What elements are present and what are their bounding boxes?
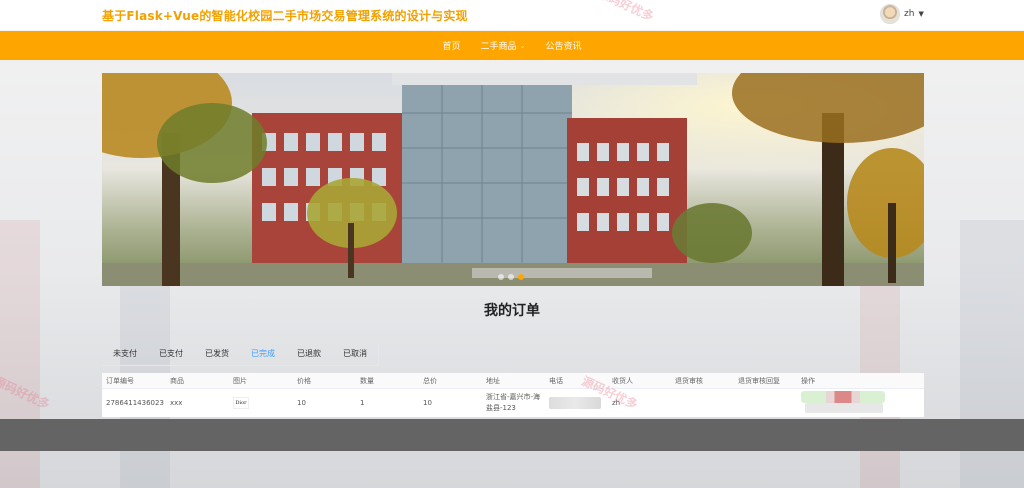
nav-item-label: 二手商品: [480, 42, 517, 52]
user-menu[interactable]: zh ▼: [880, 4, 924, 24]
avatar[interactable]: [880, 4, 900, 24]
col-header: 价格: [297, 376, 311, 385]
table-row: 2786411436023 xxx Dior 10 1 10 浙江省-嘉兴市-海…: [102, 389, 924, 417]
col-header: 总价: [423, 376, 437, 385]
nav-item-home[interactable]: 首页: [441, 39, 463, 52]
total-price: 10: [423, 399, 432, 407]
main-nav: 首页 二手商品 ⌄ 公告资讯: [0, 31, 1024, 60]
carousel-indicators: [498, 274, 524, 280]
username[interactable]: zh: [904, 9, 914, 19]
row-actions: [801, 391, 885, 415]
nav-item-label: 公告资讯: [545, 42, 582, 52]
action-button[interactable]: [801, 391, 885, 403]
product-image: Dior: [233, 397, 249, 409]
col-header: 订单编号: [106, 376, 134, 385]
receiver: zh: [612, 399, 621, 407]
image-brand-text: Dior: [235, 400, 247, 406]
col-header: 图片: [233, 376, 247, 385]
col-header: 地址: [486, 376, 500, 385]
page-footer: [0, 419, 1024, 451]
nav-item-news[interactable]: 公告资讯: [543, 39, 583, 52]
carousel-dot[interactable]: [508, 274, 514, 280]
nav-item-label: 首页: [442, 42, 461, 52]
action-button-secondary[interactable]: [805, 403, 883, 413]
actions-cell: [797, 391, 886, 415]
banner-carousel[interactable]: [102, 73, 924, 286]
phone-redacted: [549, 397, 601, 409]
order-number: 2786411436023: [106, 399, 164, 407]
col-header: 收货人: [612, 376, 633, 385]
product-image-cell: Dior: [229, 397, 293, 409]
col-header: 退货审核回复: [738, 376, 780, 385]
tab-cancelled[interactable]: 已取消: [332, 343, 379, 365]
campus-building-image: [102, 73, 924, 286]
price: 10: [297, 399, 306, 407]
nav-item-secondhand[interactable]: 二手商品 ⌄: [479, 39, 528, 53]
col-header: 数量: [360, 376, 374, 385]
quantity: 1: [360, 399, 365, 407]
col-header: 电话: [549, 376, 563, 385]
order-status-tabs: 未支付 已支付 已发货 已完成 已退款 已取消: [102, 343, 379, 366]
top-bar: 基于Flask+Vue的智能化校园二手市场交易管理系统的设计与实现 zh ▼: [0, 0, 1024, 30]
address: 浙江省-嘉兴市-海盐县-123: [486, 393, 541, 412]
tab-completed[interactable]: 已完成: [240, 343, 286, 365]
caret-down-icon[interactable]: ▼: [918, 10, 923, 18]
phone-cell: [545, 397, 608, 409]
carousel-dot[interactable]: [498, 274, 504, 280]
orders-table: 订单编号 商品 图片 价格 数量 总价 地址 电话 收货人 退货审核 退货审核回…: [102, 373, 924, 417]
col-header: 操作: [801, 376, 815, 385]
tab-unpaid[interactable]: 未支付: [102, 343, 148, 365]
site-title: 基于Flask+Vue的智能化校园二手市场交易管理系统的设计与实现: [102, 9, 468, 23]
product-name: xxx: [170, 399, 183, 407]
col-header: 退货审核: [675, 376, 703, 385]
tab-refunded[interactable]: 已退款: [286, 343, 332, 365]
chevron-down-icon: ⌄: [519, 41, 526, 50]
carousel-dot-active[interactable]: [518, 274, 524, 280]
tab-paid[interactable]: 已支付: [148, 343, 194, 365]
page-title: 我的订单: [484, 303, 540, 319]
tab-shipped[interactable]: 已发货: [194, 343, 240, 365]
watermark: 源码好优多: [0, 373, 52, 412]
col-header: 商品: [170, 376, 184, 385]
table-header: 订单编号 商品 图片 价格 数量 总价 地址 电话 收货人 退货审核 退货审核回…: [102, 373, 924, 389]
